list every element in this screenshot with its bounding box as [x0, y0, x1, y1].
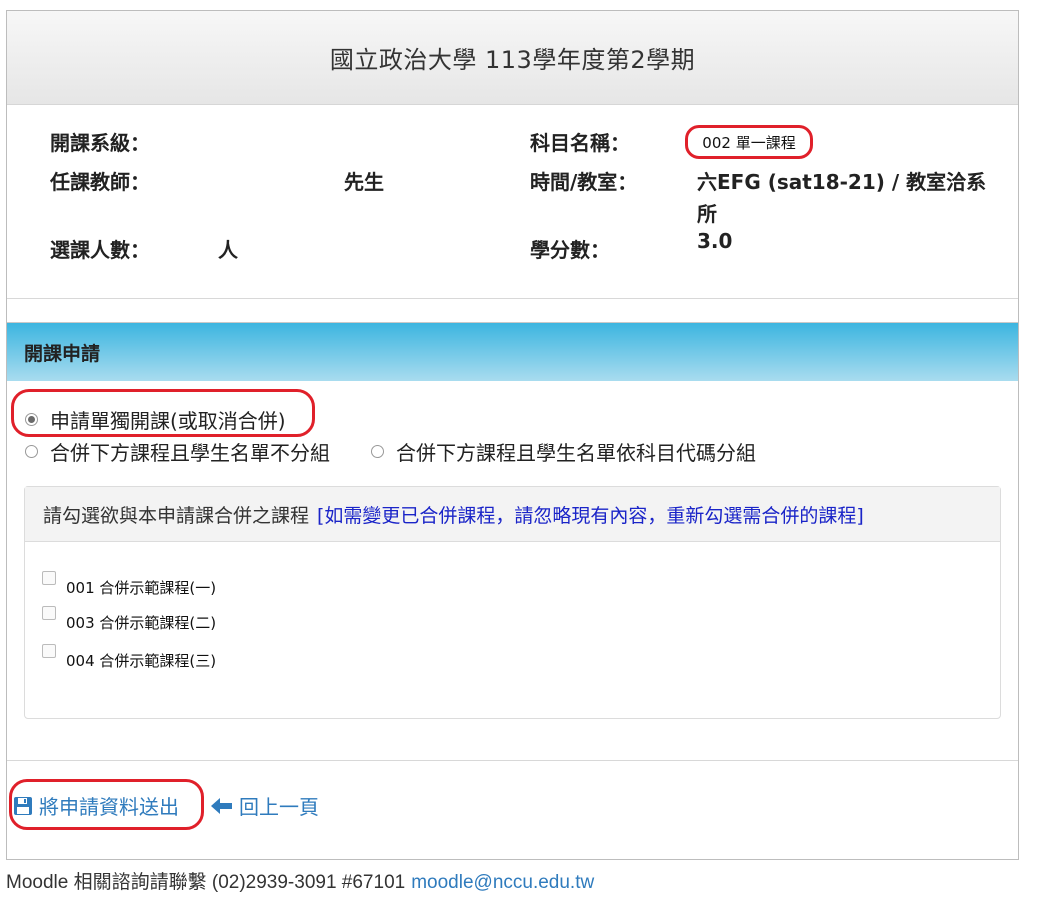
radio-icon[interactable] [371, 445, 384, 458]
department-label: 開課系級： [50, 131, 150, 155]
merge-heading-text: 請勾選欲與本申請課合併之課程 [43, 504, 310, 527]
option-label: 合併下方課程且學生名單不分組 [50, 441, 330, 465]
time-room-value-line2: 所 [697, 202, 717, 226]
merge-courses-box: 請勾選欲與本申請課合併之課程 [如需變更已合併課程，請忽略現有內容，重新勾選需合… [24, 486, 1001, 719]
radio-icon[interactable] [25, 445, 38, 458]
enrollment-unit: 人 [218, 238, 238, 262]
radio-icon[interactable] [25, 413, 38, 426]
option-separate[interactable]: 申請單獨開課(或取消合併) [25, 405, 286, 434]
merge-course-label: 001 合併示範課程(一) [66, 579, 217, 597]
time-room-label: 時間/教室： [530, 170, 638, 194]
action-bar: 將申請資料送出 回上一頁 [7, 779, 1018, 830]
floppy-disk-icon [14, 796, 32, 815]
enrollment-label: 選課人數： [50, 238, 150, 262]
footer-email-link[interactable]: moodle@nccu.edu.tw [411, 872, 594, 893]
merge-course-label: 004 合併示範課程(三) [66, 652, 217, 670]
merge-course-item[interactable]: 001 合併示範課程(一) [42, 571, 217, 598]
arrow-left-icon [211, 797, 232, 814]
merge-course-item[interactable]: 003 合併示範課程(二) [42, 606, 217, 633]
checkbox-icon[interactable] [42, 606, 56, 620]
apply-panel: 開課申請 申請單獨開課(或取消合併) 合併下方課程且學生名單不分組 合併下方課程… [7, 322, 1018, 761]
credits-label: 學分數： [530, 238, 610, 262]
merge-heading: 請勾選欲與本申請課合併之課程 [如需變更已合併課程，請忽略現有內容，重新勾選需合… [25, 487, 1000, 542]
checkbox-icon[interactable] [42, 644, 56, 658]
apply-heading: 開課申請 [7, 323, 1018, 381]
time-room-value-line1: 六EFG (sat18-21) / 教室洽系 [697, 170, 987, 194]
footer-contact-text: Moodle 相關諮詢請聯繫 (02)2939-3091 #67101 [6, 872, 406, 893]
back-label: 回上一頁 [239, 795, 319, 819]
credits-value: 3.0 [697, 229, 733, 253]
submit-button[interactable]: 將申請資料送出 [13, 791, 179, 820]
page-title: 國立政治大學 113學年度第2學期 [329, 46, 696, 74]
course-info-panel: 開課系級： 科目名稱： 002 單一課程 任課教師： 先生 時間/教室： 六EF… [7, 104, 1018, 299]
merge-note: [如需變更已合併課程，請忽略現有內容，重新勾選需合併的課程] [317, 504, 864, 527]
back-button[interactable]: 回上一頁 [211, 791, 319, 820]
option-merge-ungrouped[interactable]: 合併下方課程且學生名單不分組 [25, 437, 330, 466]
submit-label: 將申請資料送出 [39, 795, 179, 819]
main-frame: 國立政治大學 113學年度第2學期 開課系級： 科目名稱： 002 單一課程 任… [6, 10, 1019, 860]
merge-course-label: 003 合併示範課程(二) [66, 614, 217, 632]
option-label: 申請單獨開課(或取消合併) [50, 409, 286, 433]
teacher-value: 先生 [344, 170, 384, 194]
option-label: 合併下方課程且學生名單依科目代碼分組 [396, 441, 756, 465]
course-name-value: 002 單一課程 [685, 125, 813, 159]
course-name-label: 科目名稱： [530, 131, 630, 155]
footer: Moodle 相關諮詢請聯繫 (02)2939-3091 #67101 moodl… [6, 867, 594, 894]
merge-course-item[interactable]: 004 合併示範課程(三) [42, 644, 217, 671]
option-merge-grouped[interactable]: 合併下方課程且學生名單依科目代碼分組 [371, 437, 756, 466]
page-header: 國立政治大學 113學年度第2學期 [7, 11, 1018, 105]
checkbox-icon[interactable] [42, 571, 56, 585]
teacher-label: 任課教師： [50, 170, 150, 194]
